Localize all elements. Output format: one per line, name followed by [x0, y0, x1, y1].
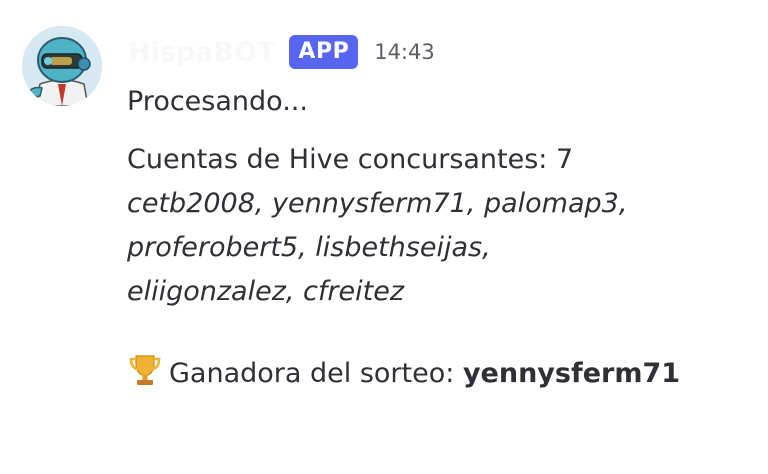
- processing-text: Procesando...: [127, 86, 308, 117]
- message-timestamp[interactable]: 14:43: [374, 40, 435, 64]
- winner-name: yennysferm71: [462, 358, 681, 389]
- chat-message: HispaBOT APP 14:43 Procesando... Cuentas…: [0, 0, 768, 474]
- message-content: Procesando... Cuentas de Hive concursant…: [127, 80, 757, 396]
- trophy-icon: [129, 355, 161, 385]
- app-badge: APP: [289, 35, 359, 69]
- accounts-list-line-1: cetb2008, yennysferm71, palomap3,: [127, 188, 628, 219]
- winner-label: Ganadora del sorteo:: [169, 358, 463, 389]
- robot-avatar-icon: [22, 26, 102, 106]
- accounts-list-line-3: eliigonzalez, cfreitez: [127, 276, 404, 307]
- author-name[interactable]: HispaBOT: [128, 37, 275, 68]
- winner-line: Ganadora del sorteo: yennysferm71: [127, 352, 757, 396]
- accounts-list-line-2: proferobert5, lisbethseijas,: [127, 232, 491, 263]
- message-header: HispaBOT APP 14:43: [128, 30, 435, 74]
- avatar[interactable]: [22, 26, 102, 106]
- accounts-label: Cuentas de Hive concursantes: 7: [127, 144, 574, 175]
